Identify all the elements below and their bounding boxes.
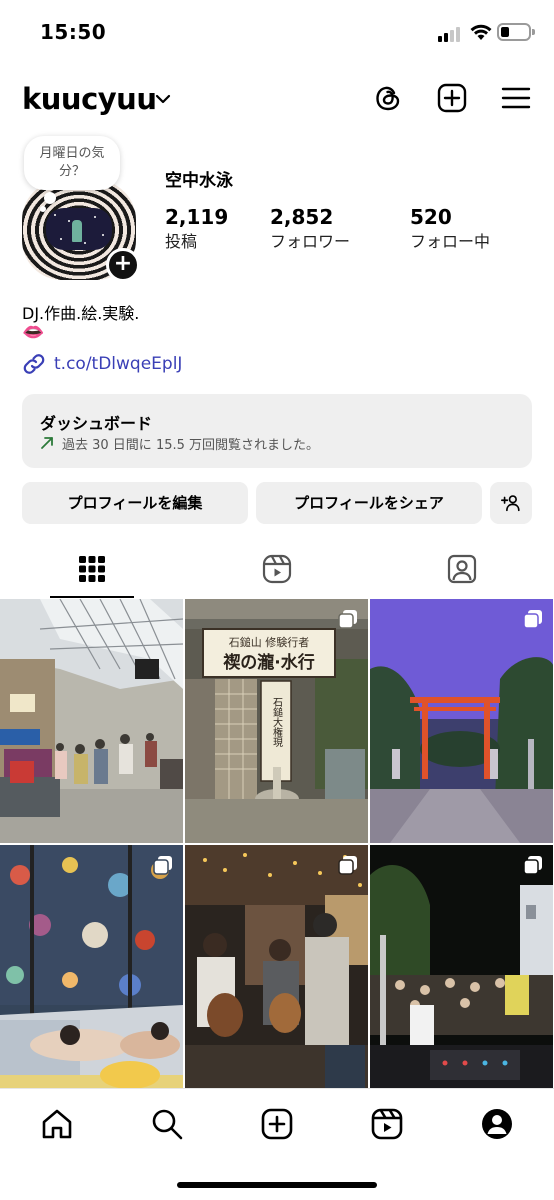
status-bar: 15:50	[0, 0, 554, 64]
post-image	[0, 599, 183, 843]
threads-icon[interactable]	[372, 82, 404, 114]
tab-posts-grid[interactable]	[0, 540, 184, 598]
search-icon[interactable]	[150, 1107, 184, 1141]
tab-tagged[interactable]	[370, 540, 554, 598]
stat-value: 2,852	[270, 205, 334, 229]
content-tabs	[0, 540, 554, 598]
stat-label: フォロー中	[410, 232, 491, 251]
home-indicator	[177, 1182, 377, 1188]
post-image	[185, 845, 368, 1089]
share-profile-button[interactable]: プロフィールをシェア	[256, 482, 482, 524]
tab-reels[interactable]	[185, 540, 369, 598]
post-image: 石鎚山 修験行者 禊の瀧·水行 石鎚大権現	[185, 599, 368, 843]
posts-grid: 石鎚山 修験行者 禊の瀧·水行 石鎚大権現	[0, 599, 554, 1089]
plus-square-icon[interactable]	[436, 82, 468, 114]
profile-avatar[interactable]: +	[22, 180, 140, 282]
stat-followers[interactable]: 2,852 フォロワー	[270, 204, 350, 254]
status-time: 15:50	[40, 20, 107, 44]
stat-value: 2,119	[165, 205, 229, 229]
home-icon[interactable]	[40, 1107, 74, 1141]
wifi-icon	[470, 24, 492, 40]
stat-posts[interactable]: 2,119 投稿	[165, 204, 228, 254]
professional-dashboard[interactable]: ダッシュボード 過去 30 日間に 15.5 万回閲覧されました。	[22, 394, 532, 468]
sign-main-text: 禊の瀧·水行	[223, 652, 314, 673]
post-thumbnail[interactable]	[370, 599, 553, 843]
note-bubble[interactable]: 月曜日の気分？	[24, 136, 120, 190]
cellular-signal-icon	[438, 26, 464, 42]
bio-link[interactable]: t.co/tDlwqeEplJ	[22, 352, 222, 376]
post-thumbnail[interactable]: 石鎚山 修験行者 禊の瀧·水行 石鎚大権現	[185, 599, 368, 843]
username-switcher[interactable]: kuucyuu	[22, 82, 157, 116]
post-image	[370, 845, 553, 1089]
top-nav: kuucyuu	[0, 76, 554, 124]
display-name: 空中水泳	[165, 171, 233, 191]
hamburger-menu-icon[interactable]	[500, 82, 532, 114]
multiple-photos-icon	[523, 610, 542, 629]
stat-label: フォロワー	[270, 232, 351, 251]
multiple-photos-icon	[338, 856, 357, 875]
add-person-icon	[501, 495, 520, 512]
stat-following[interactable]: 520 フォロー中	[410, 204, 490, 254]
post-thumbnail[interactable]	[0, 599, 183, 843]
post-thumbnail[interactable]	[0, 845, 183, 1089]
stat-value: 520	[410, 205, 452, 229]
profile-icon[interactable]	[480, 1107, 514, 1141]
sign-top-text: 石鎚山 修験行者	[229, 635, 310, 649]
stat-label: 投稿	[165, 232, 198, 251]
active-tab-indicator	[50, 596, 134, 598]
post-image	[0, 845, 183, 1089]
reels-icon[interactable]	[370, 1107, 404, 1141]
sign-pillar-text: 石鎚大権現	[271, 697, 283, 748]
reels-icon	[262, 554, 292, 584]
discover-people-button[interactable]	[490, 482, 532, 524]
bio-emoji: 👄	[22, 322, 45, 343]
tagged-person-icon	[447, 554, 477, 584]
link-icon	[23, 354, 45, 374]
bio-link-text[interactable]: t.co/tDlwqeEplJ	[54, 354, 182, 374]
dashboard-subtitle: 過去 30 日間に 15.5 万回閲覧されました。	[62, 438, 320, 453]
grid-icon	[79, 556, 105, 582]
edit-profile-button[interactable]: プロフィールを編集	[22, 482, 248, 524]
create-post-icon[interactable]	[260, 1107, 294, 1141]
multiple-photos-icon	[338, 610, 357, 629]
post-image	[370, 599, 553, 843]
trend-up-arrow-icon	[41, 437, 53, 449]
dashboard-title: ダッシュボード	[40, 414, 153, 433]
chevron-down-icon[interactable]	[154, 92, 172, 106]
bio-text: DJ.作曲.絵.実験.	[22, 304, 140, 323]
multiple-photos-icon	[523, 856, 542, 875]
post-thumbnail[interactable]	[185, 845, 368, 1089]
battery-icon	[497, 23, 535, 41]
post-thumbnail[interactable]	[370, 845, 553, 1089]
multiple-photos-icon	[153, 856, 172, 875]
add-story-button[interactable]: +	[106, 248, 140, 282]
